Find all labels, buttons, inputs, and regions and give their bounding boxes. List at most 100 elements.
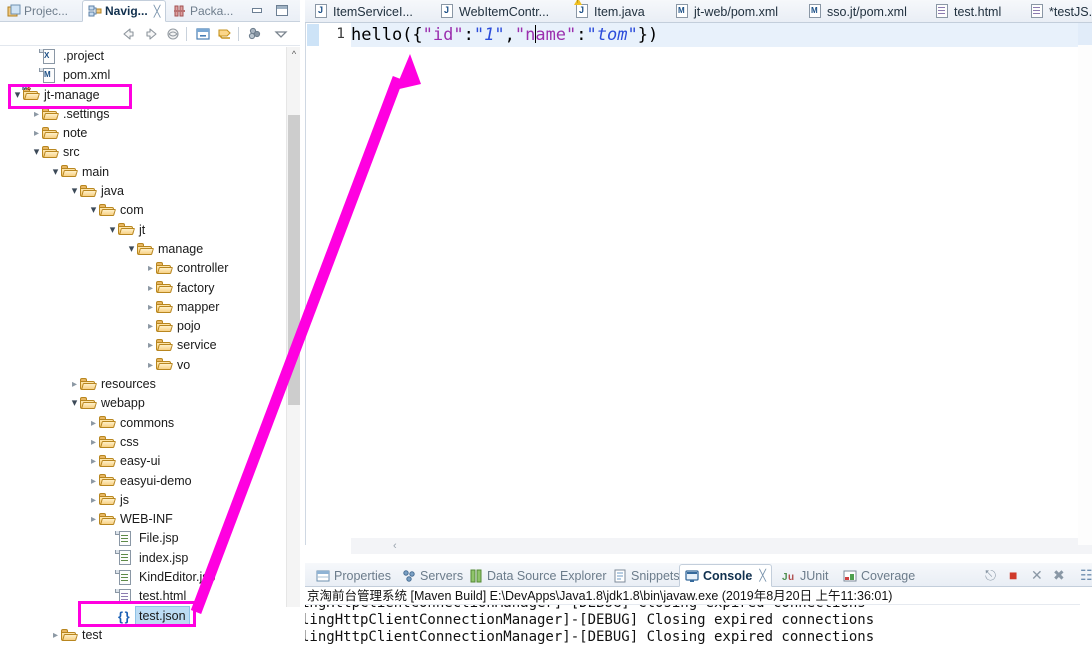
editor-tab[interactable]: J Item.java <box>570 0 651 23</box>
tree-row[interactable]: ▾ src <box>0 143 286 162</box>
chevron-right-icon[interactable]: ▸ <box>88 510 99 529</box>
editor-tab[interactable]: Msso.jt/pom.xml <box>803 0 913 23</box>
tree-row[interactable]: ▾ com <box>0 201 286 220</box>
view-menu-button[interactable] <box>272 25 290 43</box>
bottom-tab[interactable]: Properties <box>311 564 396 587</box>
tree-row[interactable]: ▸ .settings <box>0 105 286 124</box>
chevron-right-icon[interactable]: ▸ <box>145 336 156 355</box>
navigator-vertical-scrollbar[interactable]: ^ <box>286 47 300 607</box>
collapse-all-button[interactable] <box>194 25 212 43</box>
tree-row[interactable]: ▸ mapper <box>0 298 286 317</box>
scroll-up-icon[interactable]: ^ <box>287 47 301 62</box>
bottom-tab[interactable]: Snippets <box>608 564 685 587</box>
tree-row-label: controller <box>177 261 229 276</box>
bottom-tab[interactable]: Servers <box>397 564 468 587</box>
forward-button[interactable] <box>142 25 160 43</box>
chevron-right-icon[interactable]: ▸ <box>31 124 42 143</box>
tree-row[interactable]: ▾ jt <box>0 221 286 240</box>
chevron-right-icon[interactable]: ▸ <box>31 105 42 124</box>
chevron-right-icon[interactable]: ▸ <box>88 472 99 491</box>
close-icon[interactable]: ╳ <box>154 5 161 18</box>
tree-row[interactable]: ▸ easy-ui <box>0 452 286 471</box>
console-output[interactable]: ingHttpClientConnectionManager]-[DEBUG] … <box>305 605 1092 648</box>
chevron-down-icon[interactable]: ▾ <box>31 143 42 162</box>
view-tab-navigator[interactable]: Navig... ╳ <box>82 0 167 22</box>
chevron-right-icon[interactable]: ▸ <box>145 259 156 278</box>
tree-row[interactable]: ▸ easyui-demo <box>0 472 286 491</box>
console-vertical-scrollbar[interactable] <box>1080 587 1092 648</box>
tree-row[interactable]: ▸ vo <box>0 356 286 375</box>
bottom-tab[interactable]: Coverage <box>838 564 920 587</box>
tree-row[interactable]: index.jsp <box>0 549 286 568</box>
remove-launch-button[interactable]: ✕ <box>1031 567 1043 584</box>
chevron-right-icon[interactable]: ▸ <box>69 375 80 394</box>
code-line[interactable]: hello({"id":"1","name":"tom"}) <box>351 23 1092 47</box>
tree-row[interactable]: X .project <box>0 47 286 66</box>
tree-row[interactable]: ▾ main <box>0 163 286 182</box>
chevron-right-icon[interactable]: ▸ <box>88 491 99 510</box>
tree-row[interactable]: ▸ service <box>0 336 286 355</box>
chevron-right-icon[interactable]: ▸ <box>88 452 99 471</box>
tree-row[interactable]: ▾ manage <box>0 240 286 259</box>
view-tab-project-explorer[interactable]: Projec... <box>2 0 73 22</box>
scrollbar-thumb[interactable] <box>288 115 300 405</box>
bottom-tab[interactable]: Ju JUnit <box>777 564 833 587</box>
tree-row[interactable]: ▸ pojo <box>0 317 286 336</box>
terminate-all-button[interactable]: ⎋ <box>985 567 996 584</box>
tree-row[interactable]: ▸ js <box>0 491 286 510</box>
tree-row[interactable]: ▾ MS jt-manage <box>0 86 286 105</box>
file-tree[interactable]: X .project Mpom.xml ▾ MS jt-manage ▸ .settings ▸… <box>0 47 286 648</box>
editor-tab[interactable]: *testJS.h <box>1025 0 1092 23</box>
chevron-right-icon[interactable]: ▸ <box>88 433 99 452</box>
link-with-editor-button[interactable] <box>216 25 234 43</box>
chevron-down-icon[interactable]: ▾ <box>88 201 99 220</box>
chevron-right-icon[interactable]: ▸ <box>50 626 61 645</box>
tree-row[interactable]: ▾ java <box>0 182 286 201</box>
chevron-right-icon[interactable]: ▸ <box>88 414 99 433</box>
minimize-view-button[interactable] <box>250 4 264 17</box>
chevron-right-icon[interactable]: ▸ <box>145 317 156 336</box>
remove-all-button[interactable]: ✖ <box>1053 567 1065 584</box>
home-button[interactable] <box>164 25 182 43</box>
tree-row[interactable]: ▸ note <box>0 124 286 143</box>
tree-row[interactable]: ▸ test <box>0 626 286 645</box>
scroll-left-icon[interactable]: ‹ <box>393 538 397 554</box>
back-button[interactable] <box>120 25 138 43</box>
chevron-down-icon[interactable]: ▾ <box>69 182 80 201</box>
close-icon[interactable]: ╳ <box>759 569 766 582</box>
tree-row[interactable]: ▸ factory <box>0 279 286 298</box>
bottom-tab[interactable]: Data Source Explorer <box>464 564 612 587</box>
chevron-down-icon[interactable]: ▾ <box>126 240 137 259</box>
tree-row[interactable]: ▸ resources <box>0 375 286 394</box>
bottom-tab[interactable]: Console ╳ <box>679 564 772 587</box>
tree-row[interactable]: { } test.json <box>0 605 286 627</box>
tree-row[interactable]: ▸ css <box>0 433 286 452</box>
tree-row[interactable]: KindEditor.jsp <box>0 568 286 587</box>
chevron-down-icon[interactable]: ▾ <box>69 394 80 413</box>
tree-row[interactable]: ▸ commons <box>0 414 286 433</box>
tree-row-label: manage <box>158 241 204 256</box>
editor-tab[interactable]: Mjt-web/pom.xml <box>670 0 784 23</box>
chevron-right-icon[interactable]: ▸ <box>145 298 156 317</box>
chevron-right-icon[interactable]: ▸ <box>145 356 156 375</box>
tree-row[interactable]: Mpom.xml <box>0 66 286 85</box>
editor-tab[interactable]: J ItemServiceI... <box>309 0 419 23</box>
tree-row[interactable]: test.html <box>0 587 286 606</box>
editor-horizontal-scrollbar[interactable]: ‹ <box>351 538 1092 554</box>
chevron-down-icon[interactable]: ▾ <box>107 221 118 240</box>
editor-tab[interactable]: J WebItemContr... <box>435 0 555 23</box>
tree-row[interactable]: ▸ controller <box>0 259 286 278</box>
tree-row[interactable]: ▾ webapp <box>0 394 286 413</box>
editor-tab[interactable]: test.html <box>930 0 1007 23</box>
chevron-down-icon[interactable]: ▾ <box>50 163 61 182</box>
terminate-button[interactable]: ■ <box>1009 567 1017 583</box>
open-console-button[interactable]: ☷ <box>1080 567 1092 584</box>
tree-row[interactable]: File.jsp <box>0 529 286 548</box>
editor-overview-ruler[interactable] <box>1078 23 1092 545</box>
view-filters-button[interactable] <box>246 25 264 43</box>
view-tab-package-explorer[interactable]: Packa... <box>168 0 238 22</box>
editor-body[interactable]: 1 hello({"id":"1","name":"tom"}) ‹ <box>305 23 1092 554</box>
chevron-right-icon[interactable]: ▸ <box>145 279 156 298</box>
tree-row[interactable]: ▸ WEB-INF <box>0 510 286 529</box>
maximize-view-button[interactable] <box>275 4 289 17</box>
